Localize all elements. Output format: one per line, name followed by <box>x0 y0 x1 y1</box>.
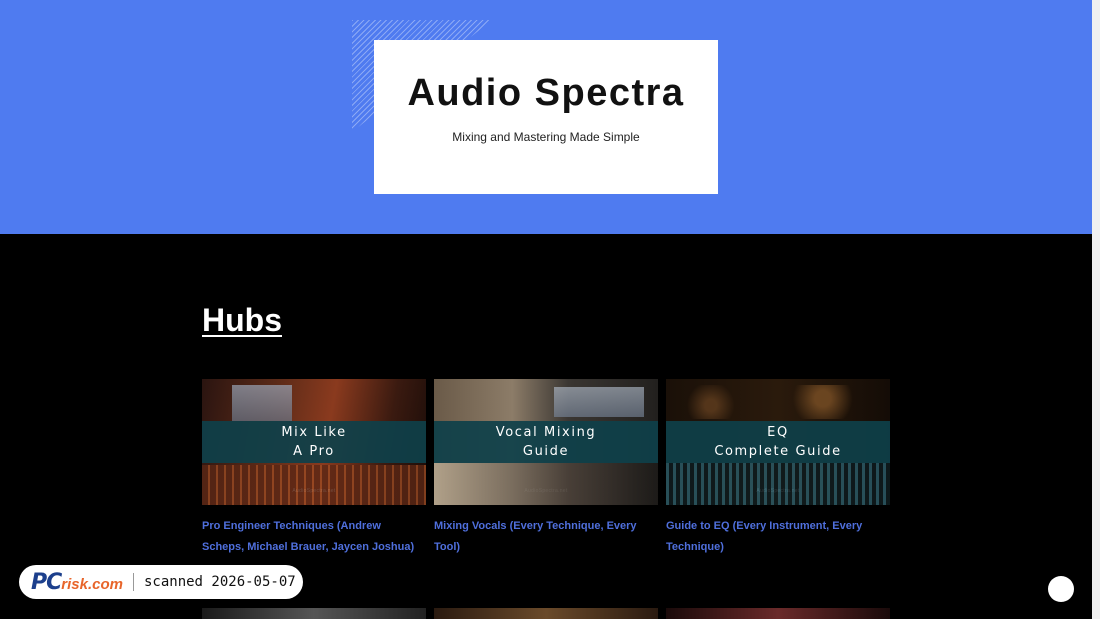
thumbnail-title-line: Guide <box>522 444 570 459</box>
thumbnail-title-line: A Pro <box>293 444 335 459</box>
site-title: Audio Spectra <box>407 72 685 114</box>
badge-divider <box>132 573 134 591</box>
thumbnail-title-line: Complete Guide <box>714 444 842 459</box>
thumbnail-watermark: AudioSpectra.net <box>756 488 800 494</box>
hero-banner: Audio Spectra Mixing and Mastering Made … <box>0 0 1092 234</box>
thumbnail-title-band: Mix Like A Pro <box>202 421 426 463</box>
hub-card-mix-like-a-pro: Mix Like A Pro AudioSpectra.net Pro Engi… <box>202 379 426 558</box>
hub-thumbnail[interactable]: Vocal Mixing Guide AudioSpectra.net <box>434 379 658 505</box>
hub-thumbnail-partial[interactable] <box>434 608 658 619</box>
hub-card-eq-guide: EQ Complete Guide AudioSpectra.net Guide… <box>666 379 890 558</box>
pcrisk-logo: PC risk.com <box>31 569 123 595</box>
pcrisk-logo-risk: risk.com <box>61 575 123 593</box>
hub-link[interactable]: Pro Engineer Techniques (Andrew Scheps, … <box>202 516 426 558</box>
thumbnail-title-line: EQ <box>767 425 789 440</box>
thumbnail-title-line: Vocal Mixing <box>495 425 597 440</box>
site-tagline: Mixing and Mastering Made Simple <box>452 130 640 144</box>
pcrisk-logo-pc: PC <box>31 569 62 595</box>
hub-thumbnail[interactable]: EQ Complete Guide AudioSpectra.net <box>666 379 890 505</box>
hub-link[interactable]: Guide to EQ (Every Instrument, Every Tec… <box>666 516 890 558</box>
scan-date-text: scanned 2026-05-07 <box>143 574 296 590</box>
hub-link[interactable]: Mixing Vocals (Every Technique, Every To… <box>434 516 658 558</box>
hub-card-vocal-mixing: Vocal Mixing Guide AudioSpectra.net Mixi… <box>434 379 658 558</box>
hub-thumbnail-partial[interactable] <box>202 608 426 619</box>
thumbnail-watermark: AudioSpectra.net <box>524 488 568 494</box>
thumbnail-watermark: AudioSpectra.net <box>292 488 336 494</box>
hubs-heading[interactable]: Hubs <box>202 302 282 339</box>
hub-thumbnail-partial[interactable] <box>666 608 890 619</box>
hub-thumbnail[interactable]: Mix Like A Pro AudioSpectra.net <box>202 379 426 505</box>
site-logo[interactable]: Audio Spectra Mixing and Mastering Made … <box>374 40 718 194</box>
thumbnail-title-line: Mix Like <box>281 425 347 440</box>
scan-badge: PC risk.com scanned 2026-05-07 <box>19 565 303 599</box>
thumbnail-title-band: Vocal Mixing Guide <box>434 421 658 463</box>
scrollbar[interactable] <box>1092 0 1100 619</box>
thumbnail-title-band: EQ Complete Guide <box>666 421 890 463</box>
chat-bubble-icon[interactable] <box>1048 576 1074 602</box>
